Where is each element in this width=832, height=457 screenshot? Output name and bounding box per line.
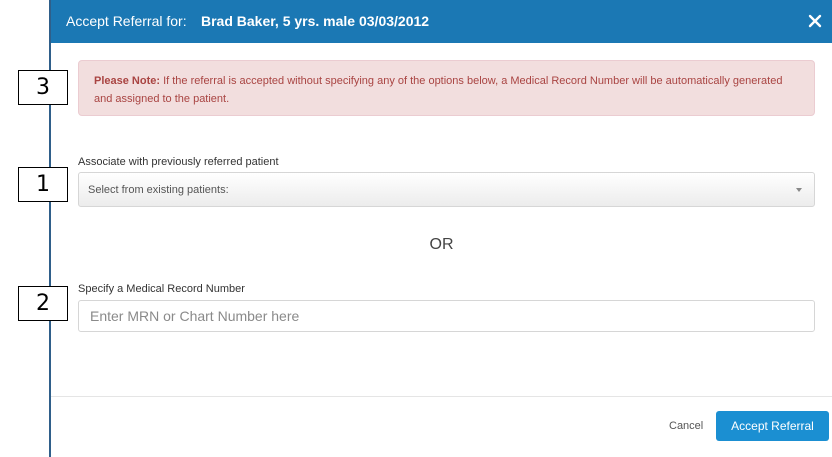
cancel-button[interactable]: Cancel: [669, 420, 703, 432]
patient-summary: Brad Baker, 5 yrs. male 03/03/2012: [201, 13, 430, 29]
notice-text: If the referral is accepted without spec…: [94, 75, 783, 105]
accept-referral-button[interactable]: Accept Referral: [716, 411, 829, 441]
footer-divider: [51, 396, 832, 397]
select-value: Select from existing patients:: [88, 184, 229, 196]
dialog-title-prefix: Accept Referral for:: [66, 13, 187, 29]
dialog-header: Accept Referral for: Brad Baker, 5 yrs. …: [51, 0, 832, 43]
mrn-label: Specify a Medical Record Number: [78, 283, 245, 295]
callout-1: 1: [18, 167, 68, 202]
or-divider-text: OR: [429, 236, 454, 253]
mrn-input[interactable]: [78, 300, 815, 332]
accept-referral-dialog: Accept Referral for: Brad Baker, 5 yrs. …: [51, 0, 832, 457]
chevron-down-icon: [796, 188, 802, 192]
close-icon[interactable]: [806, 12, 824, 30]
existing-patient-select[interactable]: Select from existing patients:: [78, 172, 815, 207]
callout-2: 2: [18, 286, 68, 321]
callout-3: 3: [18, 70, 68, 105]
notice-alert: Please Note: If the referral is accepted…: [78, 60, 815, 116]
associate-label: Associate with previously referred patie…: [78, 156, 279, 168]
notice-label: Please Note:: [94, 75, 161, 87]
